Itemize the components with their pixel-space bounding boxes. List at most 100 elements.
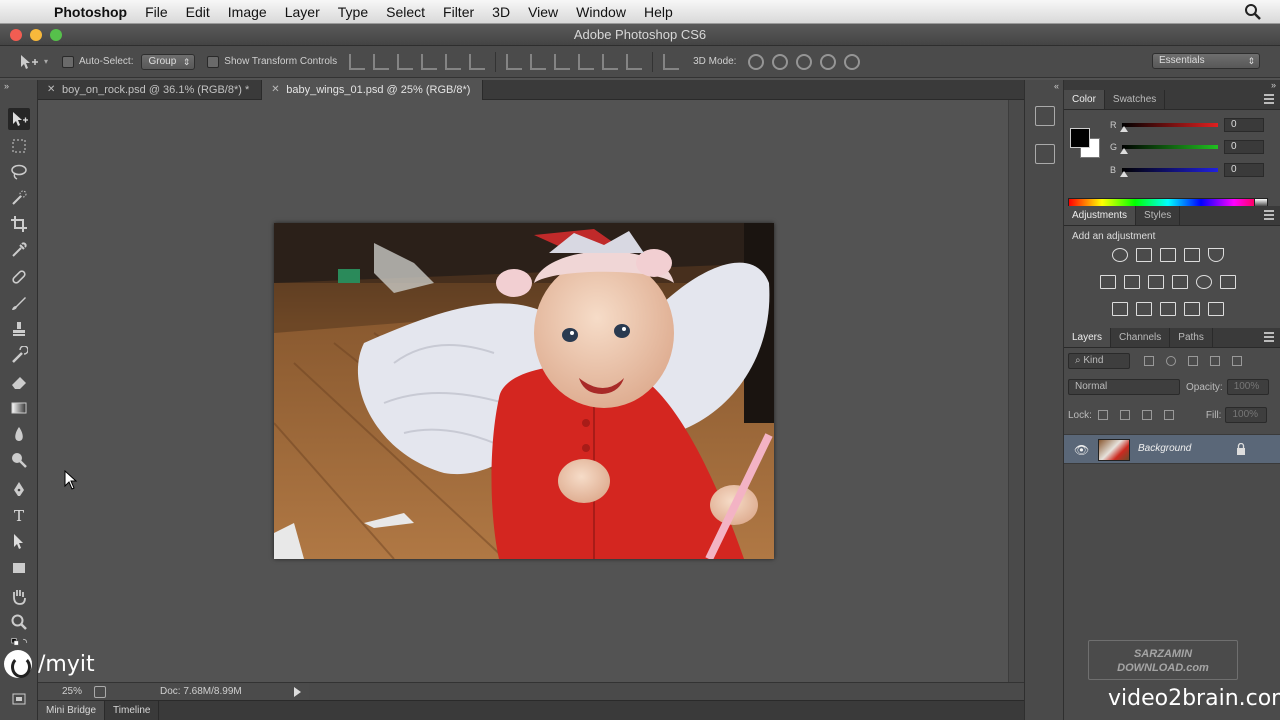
auto-align-layers-icon[interactable]	[663, 53, 680, 70]
exposure-icon[interactable]	[1184, 248, 1200, 262]
align-right-edges-icon[interactable]	[469, 53, 486, 70]
zoom-tool-icon[interactable]	[8, 611, 30, 633]
type-layer-filter-icon[interactable]	[1188, 356, 1198, 366]
tab-channels[interactable]: Channels	[1111, 328, 1171, 347]
crop-tool-icon[interactable]	[8, 213, 30, 235]
tab-layers[interactable]: Layers	[1064, 328, 1112, 347]
menu-file[interactable]: File	[136, 0, 177, 24]
lock-all-icon[interactable]	[1163, 410, 1174, 420]
tool-preset-chevron-icon[interactable]: ▾	[44, 57, 56, 66]
spotlight-search-icon[interactable]	[1244, 3, 1262, 21]
menu-edit[interactable]: Edit	[177, 0, 219, 24]
3d-scale-icon[interactable]	[844, 53, 861, 70]
panel-menu-icon[interactable]	[1264, 332, 1274, 342]
black-white-icon[interactable]	[1172, 275, 1188, 289]
collapse-tools-icon[interactable]: »	[0, 80, 37, 92]
move-tool-preset-icon[interactable]	[18, 53, 40, 71]
menu-3d[interactable]: 3D	[483, 0, 519, 24]
blur-tool-icon[interactable]	[8, 423, 30, 445]
distribute-right-edges-icon[interactable]	[626, 53, 643, 70]
history-brush-tool-icon[interactable]	[8, 344, 30, 366]
slider-track[interactable]	[1122, 168, 1218, 172]
tab-timeline[interactable]: Timeline	[105, 701, 160, 720]
distribute-left-edges-icon[interactable]	[578, 53, 595, 70]
clone-stamp-tool-icon[interactable]	[8, 318, 30, 340]
threshold-icon[interactable]	[1160, 302, 1176, 316]
blue-channel-slider[interactable]: B 0	[1110, 163, 1274, 179]
marquee-tool-icon[interactable]	[8, 135, 30, 157]
status-info-icon[interactable]	[94, 685, 106, 698]
3d-roll-icon[interactable]	[772, 53, 789, 70]
red-channel-slider[interactable]: R 0	[1110, 118, 1274, 134]
posterize-icon[interactable]	[1136, 302, 1152, 316]
slider-knob[interactable]	[1120, 126, 1128, 132]
foreground-color-swatch[interactable]	[1070, 128, 1090, 148]
layer-row-background[interactable]: 👁 Background	[1064, 434, 1280, 464]
panel-menu-icon[interactable]	[1264, 94, 1274, 104]
properties-panel-icon[interactable]	[1035, 144, 1055, 164]
menu-image[interactable]: Image	[219, 0, 276, 24]
hand-tool-icon[interactable]	[8, 585, 30, 607]
pen-tool-icon[interactable]	[8, 478, 30, 500]
curves-icon[interactable]	[1160, 248, 1176, 262]
brush-tool-icon[interactable]	[8, 292, 30, 314]
tab-adjustments[interactable]: Adjustments	[1064, 206, 1137, 225]
slider-track[interactable]	[1122, 123, 1218, 127]
lasso-tool-icon[interactable]	[8, 161, 30, 183]
horizontal-scrollbar[interactable]	[309, 682, 1024, 701]
gradient-map-icon[interactable]	[1208, 302, 1224, 316]
zoom-window-button[interactable]	[50, 29, 62, 41]
auto-select-checkbox[interactable]	[62, 55, 74, 68]
distribute-vertical-centers-icon[interactable]	[530, 53, 547, 70]
show-transform-controls-checkbox[interactable]	[207, 55, 220, 68]
panel-menu-icon[interactable]	[1264, 210, 1274, 220]
menu-help[interactable]: Help	[635, 0, 682, 24]
channel-value-field[interactable]: 0	[1224, 163, 1264, 177]
levels-icon[interactable]	[1136, 248, 1152, 262]
collapse-panels-icon[interactable]: »	[1064, 80, 1280, 90]
adjustment-layer-filter-icon[interactable]	[1166, 356, 1176, 366]
lock-transparent-pixels-icon[interactable]	[1097, 410, 1108, 420]
tab-mini-bridge[interactable]: Mini Bridge	[38, 701, 106, 720]
align-vertical-centers-icon[interactable]	[373, 53, 390, 70]
pixel-layer-filter-icon[interactable]	[1144, 356, 1154, 366]
layer-filter-kind-dropdown[interactable]: ⌕ Kind	[1068, 353, 1130, 369]
fill-field[interactable]: 100%	[1225, 407, 1268, 423]
menu-layer[interactable]: Layer	[276, 0, 329, 24]
color-balance-icon[interactable]	[1148, 275, 1164, 289]
quick-selection-tool-icon[interactable]	[8, 187, 30, 209]
3d-slide-icon[interactable]	[820, 53, 837, 70]
brightness-contrast-icon[interactable]	[1112, 248, 1128, 262]
menu-view[interactable]: View	[519, 0, 567, 24]
close-window-button[interactable]	[10, 29, 22, 41]
document-canvas[interactable]	[274, 223, 774, 559]
channel-value-field[interactable]: 0	[1224, 140, 1264, 154]
invert-icon[interactable]	[1112, 302, 1128, 316]
menu-type[interactable]: Type	[329, 0, 377, 24]
align-horizontal-centers-icon[interactable]	[445, 53, 462, 70]
color-lookup-icon[interactable]	[1220, 275, 1236, 289]
distribute-top-edges-icon[interactable]	[506, 53, 523, 70]
type-tool-icon[interactable]: T	[8, 504, 30, 526]
dodge-tool-icon[interactable]	[8, 449, 30, 471]
menu-photoshop[interactable]: Photoshop	[50, 0, 136, 24]
tab-swatches[interactable]: Swatches	[1105, 90, 1166, 109]
layer-visibility-eye-icon[interactable]: 👁	[1074, 443, 1089, 457]
shape-layer-filter-icon[interactable]	[1210, 356, 1220, 366]
blend-mode-dropdown[interactable]: Normal	[1068, 379, 1180, 395]
menu-select[interactable]: Select	[377, 0, 434, 24]
history-panel-icon[interactable]	[1035, 106, 1055, 126]
vibrance-icon[interactable]	[1100, 275, 1116, 289]
layer-name[interactable]: Background	[1138, 443, 1191, 454]
screen-mode-icon[interactable]	[8, 688, 30, 710]
workspace-switcher[interactable]: Essentials	[1152, 53, 1260, 69]
default-colors-icon[interactable]	[8, 636, 32, 650]
status-menu-arrow-icon[interactable]	[294, 686, 301, 697]
lock-image-pixels-icon[interactable]	[1119, 410, 1130, 420]
document-tab-boy-on-rock[interactable]: ✕ boy_on_rock.psd @ 36.1% (RGB/8*) *	[38, 80, 263, 100]
align-top-edges-icon[interactable]	[349, 53, 366, 70]
opacity-field[interactable]: 100%	[1226, 379, 1269, 395]
tab-paths[interactable]: Paths	[1170, 328, 1213, 347]
gradient-tool-icon[interactable]	[8, 397, 30, 419]
document-tab-baby-wings[interactable]: ✕ baby_wings_01.psd @ 25% (RGB/8*)	[262, 80, 484, 100]
